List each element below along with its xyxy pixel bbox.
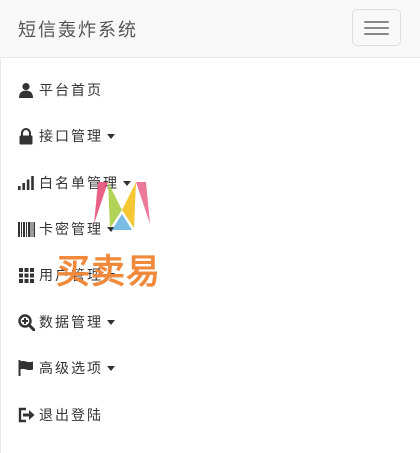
caret-down-icon [107, 365, 115, 371]
menu-item-label: 高级选项 [39, 361, 103, 377]
menu-item-label: 退出登陆 [39, 408, 103, 424]
menu-item-home[interactable]: 平台首页 [1, 67, 419, 113]
log-out-icon [17, 406, 35, 424]
zoom-in-icon [17, 313, 35, 331]
caret-down-icon [107, 133, 115, 139]
menu-item-label: 接口管理 [39, 129, 103, 145]
menu-item-label: 数据管理 [39, 315, 103, 331]
signal-bars-icon [17, 174, 35, 192]
navbar: 短信轰炸系统 [0, 0, 420, 58]
menu-item-data[interactable]: 数据管理 [1, 299, 419, 345]
menu-item-logout[interactable]: 退出登陆 [1, 392, 419, 438]
caret-down-icon [107, 319, 115, 325]
lock-icon [17, 127, 35, 145]
grid-icon [17, 266, 35, 284]
navbar-toggle-button[interactable] [352, 9, 401, 46]
user-icon [17, 81, 35, 99]
watermark-text: 买卖易 [56, 252, 161, 292]
hamburger-icon-bar [364, 27, 389, 29]
menu-item-interface[interactable]: 接口管理 [1, 113, 419, 159]
brand-title[interactable]: 短信轰炸系统 [18, 16, 138, 42]
hamburger-icon-bar [364, 33, 389, 35]
hamburger-icon [364, 21, 389, 23]
watermark-m-icon [94, 182, 150, 230]
flag-icon [17, 359, 35, 377]
menu-item-advanced[interactable]: 高级选项 [1, 345, 419, 391]
watermark-logo: 买卖易 [52, 166, 188, 292]
menu-item-label: 平台首页 [39, 83, 103, 99]
barcode-icon [17, 220, 35, 238]
